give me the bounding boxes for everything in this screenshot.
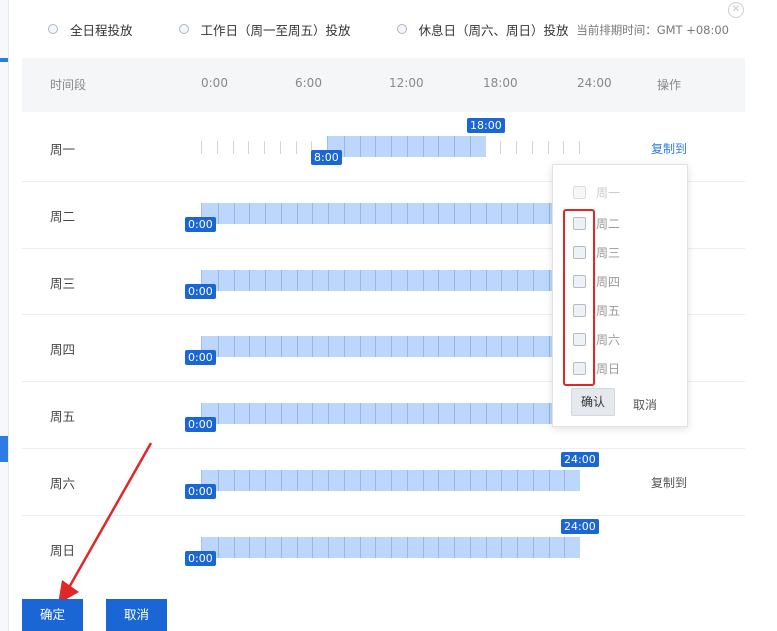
cancel-button[interactable]: 取消 xyxy=(106,599,167,631)
annotation-arrow xyxy=(58,442,153,604)
ok-button[interactable]: 确定 xyxy=(22,599,83,631)
arrow-shaft xyxy=(65,442,153,592)
